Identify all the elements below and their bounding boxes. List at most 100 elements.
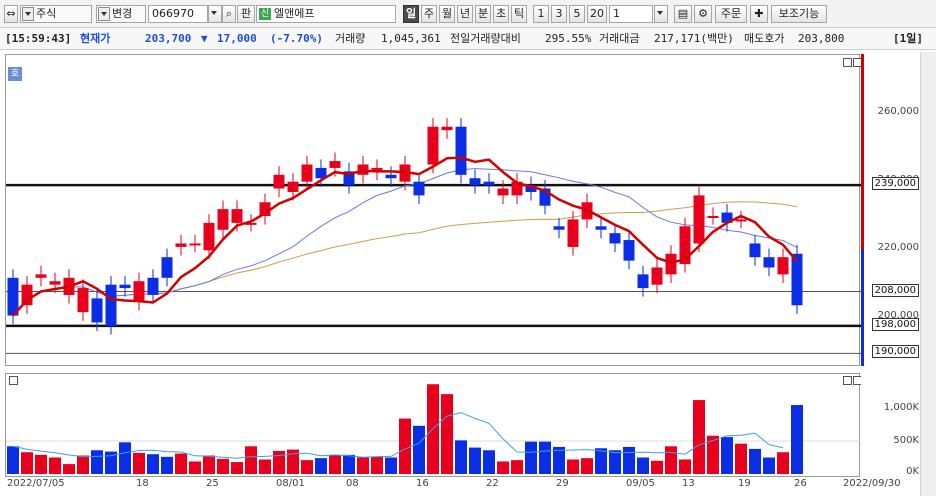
- crosshair-icon[interactable]: ✚: [750, 5, 768, 23]
- date-tick: 25: [206, 478, 219, 489]
- down-arrow-icon: ▼: [201, 32, 208, 45]
- candle: [455, 126, 467, 175]
- panel-maximize-icon[interactable]: [843, 58, 852, 67]
- interval-button-5[interactable]: 5: [569, 5, 585, 23]
- volume-bar: [301, 460, 313, 474]
- search-icon[interactable]: ⌕: [222, 5, 236, 23]
- volume-bar: [497, 461, 509, 474]
- candle: [637, 274, 649, 289]
- prev-volume-ratio: 295.55%: [545, 32, 592, 45]
- price-tick: 220,000: [877, 242, 919, 253]
- volume-bar: [721, 437, 733, 474]
- candle: [777, 257, 789, 275]
- volume-chart-panel[interactable]: [5, 373, 862, 477]
- candle: [483, 181, 495, 186]
- interval-dropdown-icon[interactable]: [654, 5, 668, 23]
- candle: [791, 253, 803, 306]
- aux-function-button[interactable]: 보조기능: [771, 5, 827, 23]
- date-tick: 22: [486, 478, 499, 489]
- side-tab[interactable]: 호: [8, 67, 22, 81]
- volume-bar: [693, 400, 705, 474]
- volume-bar: [385, 457, 397, 474]
- save-icon[interactable]: ▤: [674, 5, 692, 23]
- candle: [693, 195, 705, 244]
- volume-bar: [231, 462, 243, 474]
- price-axis: 260,000 220,000 200,000 240,000 239,000 …: [861, 54, 919, 366]
- volume-bar: [483, 450, 495, 474]
- period-tab-year[interactable]: 년: [457, 5, 473, 23]
- volume-bar: [469, 447, 481, 474]
- date-tick: 2022/07/05: [7, 478, 65, 489]
- price-change-pct: (-7.70%): [270, 32, 323, 45]
- candle: [49, 281, 61, 285]
- candle: [35, 274, 47, 278]
- interval-button-20[interactable]: 20: [587, 5, 607, 23]
- stock-mark-badge: 신: [259, 8, 271, 20]
- volume-bar: [413, 425, 425, 474]
- volume-bar: [763, 457, 775, 474]
- volume-bar: [511, 460, 523, 474]
- amount-label: 거래대금: [599, 32, 640, 45]
- stock-name-field[interactable]: 신 엘앤에프: [256, 5, 396, 23]
- volume-bar: [441, 394, 453, 474]
- interval-button-1[interactable]: 1: [533, 5, 549, 23]
- volume-bar: [315, 458, 327, 474]
- volume-bar: [651, 460, 663, 474]
- volume-bar: [455, 440, 467, 474]
- candle: [203, 222, 215, 251]
- candle: [231, 209, 243, 223]
- price-change: 17,000: [217, 32, 257, 45]
- dropdown-icon: [22, 7, 34, 21]
- period-tab-month[interactable]: 월: [439, 5, 455, 23]
- volume-bar: [77, 455, 89, 474]
- volume-bar: [623, 446, 635, 474]
- date-tick: 26: [794, 478, 807, 489]
- candle: [441, 126, 453, 131]
- nav-arrows-icon[interactable]: ⇔: [4, 5, 18, 23]
- chart-type-button[interactable]: 판: [237, 5, 255, 23]
- volume-label: 거래량: [335, 32, 366, 45]
- order-button[interactable]: 주문: [715, 5, 747, 23]
- candle: [91, 298, 103, 323]
- date-tick: 13: [682, 478, 695, 489]
- candle: [427, 126, 439, 165]
- price-chart-panel[interactable]: 호: [5, 54, 862, 366]
- date-tick: 09/05: [626, 478, 655, 489]
- volume-bar: [609, 450, 621, 474]
- stock-code-input[interactable]: 066970: [148, 5, 208, 23]
- date-tick: 08/01: [276, 478, 305, 489]
- period-tab-second[interactable]: 초: [493, 5, 509, 23]
- panel-maximize-icon[interactable]: [843, 376, 852, 385]
- interval-button-3[interactable]: 3: [551, 5, 567, 23]
- change-select[interactable]: 변경: [96, 5, 146, 23]
- period-tab-minute[interactable]: 분: [475, 5, 491, 23]
- candle: [497, 188, 509, 196]
- market-type-select[interactable]: 주식: [20, 5, 92, 23]
- volume-bar: [399, 418, 411, 474]
- candle: [217, 209, 229, 230]
- volume-value: 1,045,361: [381, 32, 441, 45]
- volume-bar: [567, 459, 579, 474]
- volume-bar: [35, 454, 47, 474]
- candle: [175, 243, 187, 247]
- candle: [21, 284, 33, 306]
- volume-bar: [21, 452, 33, 474]
- volume-bar: [665, 446, 677, 474]
- vertical-scrollbar[interactable]: [920, 52, 936, 496]
- period-tab-week[interactable]: 주: [421, 5, 437, 23]
- interval-input[interactable]: 1: [609, 5, 653, 23]
- gear-icon[interactable]: ⚙: [694, 5, 712, 23]
- ma60-line: [12, 201, 798, 316]
- candle: [273, 174, 285, 189]
- period-tab-day[interactable]: 일: [403, 5, 419, 23]
- candle: [623, 240, 635, 261]
- code-dropdown-icon[interactable]: [208, 5, 222, 23]
- panel-toggle-icon[interactable]: [9, 376, 18, 385]
- candle: [749, 243, 761, 258]
- volume-bar: [147, 454, 159, 474]
- volume-bar: [49, 457, 61, 474]
- candle: [133, 281, 145, 302]
- period-tab-tick[interactable]: 틱: [511, 5, 527, 23]
- candle: [287, 181, 299, 192]
- candle: [189, 243, 201, 246]
